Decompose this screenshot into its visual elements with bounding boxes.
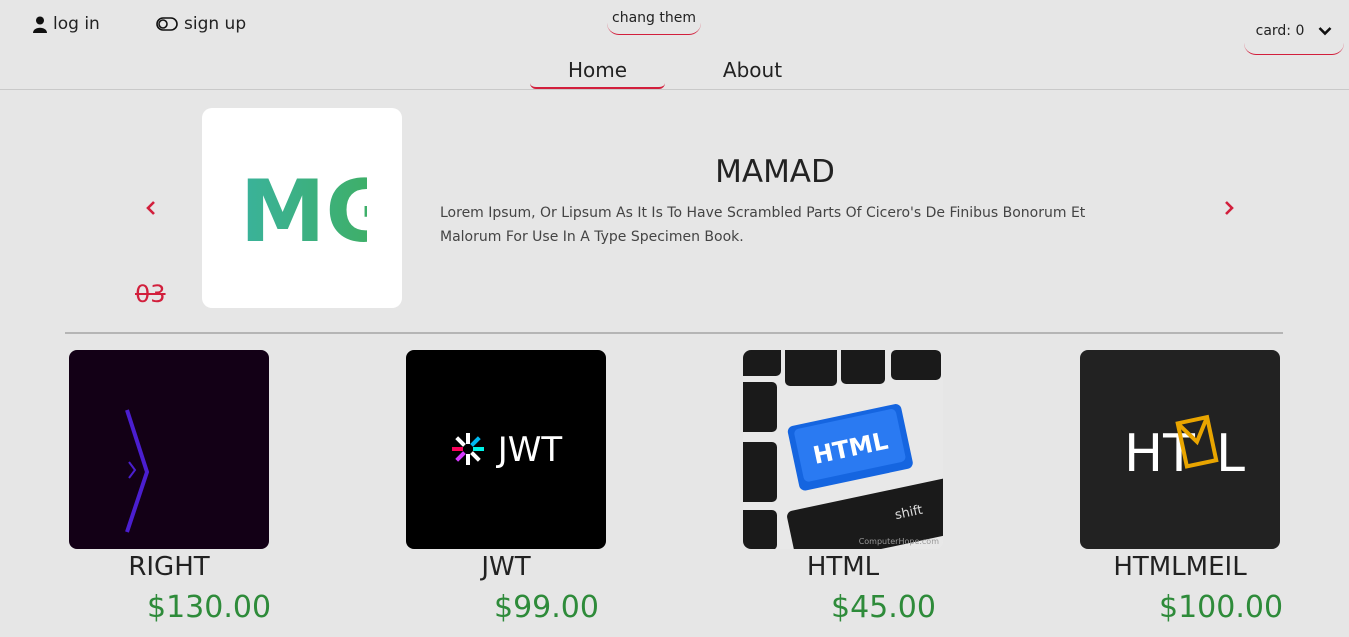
- htmlmeil-logo-image: HT L: [1124, 414, 1245, 484]
- product-card-right[interactable]: RIGHT $130.00: [69, 350, 271, 625]
- login-label: log in: [53, 14, 100, 34]
- product-name: HTMLMEIL: [1113, 552, 1247, 582]
- signup-label: sign up: [184, 14, 247, 34]
- chevron-down-icon: [1318, 27, 1332, 36]
- product-name: JWT: [481, 552, 531, 582]
- product-price: $99.00: [494, 590, 599, 625]
- chevron-right-icon: [1225, 201, 1234, 215]
- nav-about[interactable]: About: [705, 56, 800, 89]
- svg-text:IMG: IMG: [237, 162, 367, 262]
- slide-index: 03: [135, 280, 166, 308]
- slider-prev-button[interactable]: [141, 198, 161, 218]
- product-card-jwt[interactable]: JWT JWT $99.00: [406, 350, 606, 625]
- svg-text:ComputerHope.com: ComputerHope.com: [859, 537, 940, 546]
- slide-image: IMG: [202, 108, 402, 308]
- product-price: $100.00: [1159, 590, 1284, 625]
- product-name: HTML: [806, 552, 880, 582]
- login-link[interactable]: log in: [33, 14, 100, 34]
- nav-home[interactable]: Home: [530, 56, 665, 89]
- signup-link[interactable]: sign up: [156, 14, 246, 34]
- svg-text:L: L: [1216, 424, 1245, 484]
- product-card-html[interactable]: HTML shift ComputerHope.com HTML $45.00: [743, 350, 943, 625]
- jwt-logo-image: JWT: [452, 430, 563, 470]
- slide-title: MAMAD: [715, 154, 835, 190]
- cart-label: card: 0: [1255, 23, 1305, 39]
- svg-text:JWT: JWT: [496, 430, 563, 470]
- img-logo: IMG: [237, 162, 367, 262]
- product-image-right[interactable]: [69, 350, 269, 549]
- product-image-htmlmeil[interactable]: HT L: [1080, 350, 1280, 549]
- product-image-jwt[interactable]: JWT: [406, 350, 606, 549]
- product-price: $45.00: [831, 590, 936, 625]
- product-name: RIGHT: [128, 552, 210, 582]
- html-keyboard-image: HTML shift ComputerHope.com: [743, 350, 943, 549]
- right-arrow-image: [125, 409, 150, 533]
- user-icon: [33, 16, 47, 33]
- chevron-left-icon: [146, 201, 155, 215]
- product-price: $130.00: [147, 590, 272, 625]
- top-navbar: log in sign up chang them card: 0 Home A…: [0, 0, 1349, 90]
- cart-dropdown[interactable]: card: 0: [1244, 12, 1344, 55]
- product-image-html[interactable]: HTML shift ComputerHope.com: [743, 350, 943, 549]
- product-card-htmlmeil[interactable]: HT L HTMLMEIL $100.00: [1080, 350, 1283, 625]
- section-divider: [65, 332, 1283, 334]
- slide-description: Lorem Ipsum, Or Lipsum As It Is To Have …: [440, 205, 1086, 245]
- change-theme-button[interactable]: chang them: [607, 6, 701, 35]
- toggle-icon: [156, 17, 178, 31]
- slider-next-button[interactable]: [1219, 198, 1239, 218]
